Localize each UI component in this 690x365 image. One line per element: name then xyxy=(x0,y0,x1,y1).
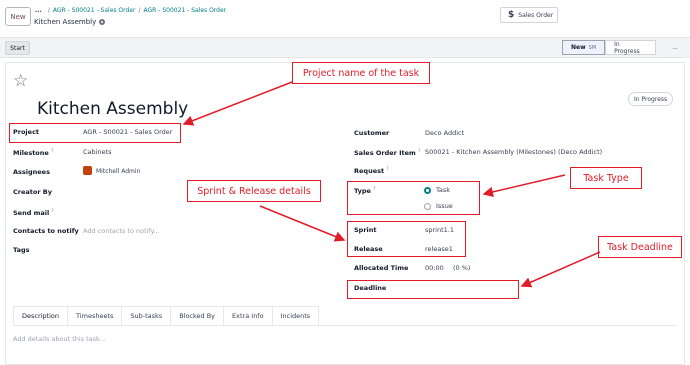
description-editor[interactable]: Add details about this task... xyxy=(13,335,106,343)
sales-order-item-label: Sales Order Item ? xyxy=(354,148,421,158)
sales-order-item-field[interactable]: S00021 - Kitchen Assembly (Milestones) (… xyxy=(425,148,602,156)
star-icon[interactable]: ☆ xyxy=(13,73,28,90)
stage-new[interactable]: New SM xyxy=(562,40,606,55)
contacts-label: Contacts to notify xyxy=(13,227,79,235)
help-icon[interactable]: ? xyxy=(386,166,388,171)
tab-blocked-by[interactable]: Blocked By xyxy=(170,306,225,325)
page-title: Kitchen Assembly xyxy=(34,18,106,26)
stage-new-label: New xyxy=(571,44,586,51)
control-panel: New ... / AGR - S00021 - Sales Order / AGR -… xyxy=(0,0,690,38)
allocated-time-percent: (0 %) xyxy=(453,264,471,272)
callout-sprint-release: Sprint & Release details xyxy=(187,180,321,202)
page-title-text: Kitchen Assembly xyxy=(34,18,97,26)
notebook-tabs: Description Timesheets Sub-tasks Blocked… xyxy=(13,306,320,325)
callout-task-type: Task Type xyxy=(570,167,642,189)
tab-sub-tasks[interactable]: Sub-tasks xyxy=(121,306,172,325)
new-button[interactable]: New xyxy=(5,7,31,26)
help-icon[interactable]: ? xyxy=(51,148,53,153)
avatar xyxy=(83,166,92,175)
sales-order-smart-button[interactable]: $ Sales Order xyxy=(500,7,558,23)
tab-incidents[interactable]: Incidents xyxy=(271,306,320,325)
action-bar: Start New SM In Progress ... xyxy=(0,38,690,58)
stage-statusbar: New SM In Progress ... xyxy=(562,40,690,55)
tab-extra-info[interactable]: Extra Info xyxy=(223,306,273,325)
help-icon[interactable]: ? xyxy=(418,148,420,153)
breadcrumb-separator: / xyxy=(47,7,50,14)
type-highlight-box xyxy=(347,181,480,215)
breadcrumb-separator: / xyxy=(138,7,141,14)
breadcrumb: ... / AGR - S00021 - Sales Order / AGR - S00… xyxy=(35,7,226,14)
breadcrumb-item-2[interactable]: AGR - S00021 - Sales Order xyxy=(144,7,227,14)
creator-label: Creator By xyxy=(13,188,53,196)
tab-divider xyxy=(13,325,677,326)
customer-field[interactable]: Deco Addict xyxy=(425,129,464,137)
deadline-highlight-box xyxy=(347,280,519,299)
callout-task-deadline: Task Deadline xyxy=(598,236,682,258)
milestone-label: Milestone ? xyxy=(13,148,54,158)
sprint-release-highlight-box xyxy=(347,221,466,257)
request-label: Request ? xyxy=(354,166,389,176)
project-highlight-box xyxy=(9,123,181,143)
gear-icon[interactable] xyxy=(99,19,106,25)
breadcrumb-item-1[interactable]: AGR - S00021 - Sales Order xyxy=(53,7,136,14)
tab-description[interactable]: Description xyxy=(13,306,69,325)
breadcrumb-more[interactable]: ... xyxy=(35,7,42,14)
help-icon[interactable]: ? xyxy=(52,208,54,213)
tab-timesheets[interactable]: Timesheets xyxy=(67,306,123,325)
callout-project-name: Project name of the task xyxy=(292,62,430,84)
send-mail-label: Send mail ? xyxy=(13,208,54,218)
smart-button-label: Sales Order xyxy=(518,11,554,19)
contacts-input[interactable]: Add contacts to notify... xyxy=(83,227,160,235)
stage-in-progress-label: In Progress xyxy=(614,40,640,55)
tags-label: Tags xyxy=(13,246,30,254)
stage-more-button[interactable]: ... xyxy=(660,40,690,55)
allocated-time-label: Allocated Time xyxy=(354,264,409,272)
stage-in-progress[interactable]: In Progress xyxy=(605,40,657,55)
milestone-field[interactable]: Cabinets xyxy=(83,148,112,156)
state-badge[interactable]: In Progress xyxy=(628,92,674,106)
assignees-label: Assignees xyxy=(13,168,50,176)
task-title[interactable]: Kitchen Assembly xyxy=(37,99,188,119)
start-button[interactable]: Start xyxy=(5,41,30,55)
assignees-field[interactable]: Mitchell Admin xyxy=(96,168,140,175)
dollar-icon: $ xyxy=(508,10,515,20)
allocated-time-field[interactable]: 00:00 xyxy=(425,264,444,272)
customer-label: Customer xyxy=(354,129,390,137)
stage-new-tag: SM xyxy=(588,44,597,51)
